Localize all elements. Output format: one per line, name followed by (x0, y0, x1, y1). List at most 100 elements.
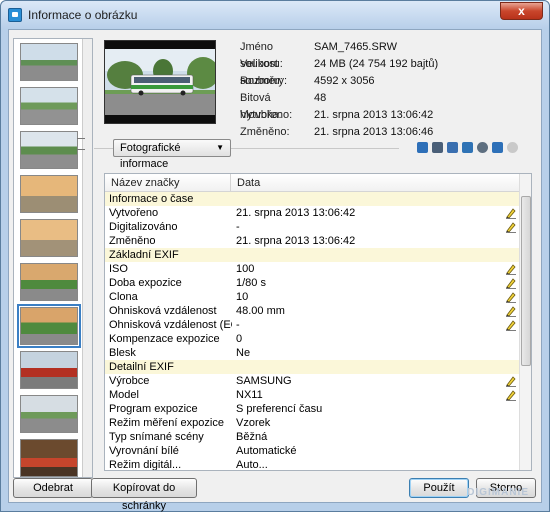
cell-tag-name: Ohnisková vzdálenost (EQ35mm) (109, 319, 232, 331)
thumbnail[interactable] (20, 43, 78, 81)
column-header-tag[interactable]: Název značky (105, 174, 231, 191)
window-title: Informace o obrázku (28, 7, 138, 22)
pencil-icon[interactable] (505, 291, 517, 303)
file-info-value: 21. srpna 2013 13:06:46 (314, 126, 434, 138)
scrollbar-thumb[interactable] (521, 196, 531, 366)
table-group-row[interactable]: Základní EXIF (105, 248, 531, 262)
table-row[interactable]: Vyrovnání bílé Automatické (105, 444, 531, 458)
splitter-grip[interactable] (77, 138, 85, 150)
k-icon[interactable] (447, 142, 458, 153)
table-row[interactable]: Model NX11 (105, 388, 531, 402)
file-info-row: Velikost souboru: 24 MB (24 754 192 bajt… (240, 56, 540, 87)
dot-icon[interactable] (507, 142, 518, 153)
globe-icon[interactable] (477, 142, 488, 153)
info-type-dropdown[interactable]: Fotografické informace ▼ (113, 139, 231, 170)
thumbnail[interactable] (20, 263, 78, 301)
file-info-list: Jméno souboru: SAM_7465.SRW Velikost sou… (240, 39, 540, 141)
cell-tag-value (232, 360, 492, 374)
file-info-row: Změněno: 21. srpna 2013 13:06:46 (240, 124, 540, 141)
file-info-label: Bitová hloubka: (240, 92, 282, 121)
file-info-row: Rozměry: 4592 x 3056 (240, 73, 540, 90)
table-scrollbar[interactable] (519, 174, 531, 470)
remove-button[interactable]: Odebrat (13, 478, 93, 498)
cell-tag-name: Clona (109, 291, 138, 303)
cell-tag-name: Vytvořeno (109, 207, 159, 219)
cell-tag-value: 21. srpna 2013 13:06:42 (236, 235, 356, 247)
thumbnail[interactable] (20, 395, 78, 433)
table-row[interactable]: Program expozice S preferencí času (105, 402, 531, 416)
table-row[interactable]: Režim digitál... Auto... (105, 458, 531, 471)
title-bar[interactable]: Informace o obrázku x (1, 1, 549, 28)
table-group-row[interactable]: Informace o čase (105, 192, 531, 206)
cell-tag-name: Program expozice (109, 403, 198, 415)
copy-to-clipboard-button[interactable]: Kopírovat do schránky (91, 478, 197, 512)
info-icon[interactable] (417, 142, 428, 153)
thumbnail[interactable] (20, 131, 78, 169)
dialog-body: Jméno souboru: SAM_7465.SRW Velikost sou… (8, 29, 542, 512)
table-group-row[interactable]: Detailní EXIF (105, 360, 531, 374)
thumbnail-strip[interactable] (13, 38, 93, 478)
table-row[interactable]: Vytvořeno 21. srpna 2013 13:06:42 (105, 206, 531, 220)
file-info-value: 4592 x 3056 (314, 75, 375, 87)
cell-tag-name: Vyrovnání bílé (109, 445, 179, 457)
cell-tag-name: Režim digitál... (109, 459, 182, 471)
apply-button[interactable]: Použít (409, 478, 469, 498)
cell-tag-name: Režim měření expozice (109, 417, 224, 429)
cell-tag-value: Automatické (236, 445, 297, 457)
table-row[interactable]: Ohnisková vzdálenost 48.00 mm (105, 304, 531, 318)
table-row[interactable]: Digitalizováno - (105, 220, 531, 234)
pencil-icon[interactable] (505, 221, 517, 233)
pencil-icon[interactable] (505, 319, 517, 331)
cell-tag-name: Kompenzace expozice (109, 333, 220, 345)
table-row[interactable]: Výrobce SAMSUNG (105, 374, 531, 388)
file-info-label: Změněno: (240, 126, 290, 138)
thumbnail[interactable] (20, 439, 78, 477)
cell-tag-value: 10 (236, 291, 249, 303)
column-header-data[interactable]: Data (231, 174, 260, 191)
exif-table[interactable]: Název značky Data Informace o čase Vytvoř… (104, 173, 532, 471)
table-row[interactable]: Clona 10 (105, 290, 531, 304)
cell-tag-value: Vzorek (236, 417, 271, 429)
cell-tag-name: Doba expozice (109, 277, 182, 289)
pencil-icon[interactable] (505, 389, 517, 401)
file-info-label: Velikost souboru: (240, 58, 283, 87)
pencil-icon[interactable] (505, 375, 517, 387)
file-info-label: Rozměry: (240, 75, 288, 87)
camera-icon[interactable] (432, 142, 443, 153)
cell-tag-value: Auto... (236, 459, 268, 471)
watermark: DIGIMANIE (467, 487, 529, 498)
thumbnail-selected[interactable] (17, 304, 81, 348)
cell-tag-name: Ohnisková vzdálenost (109, 305, 217, 317)
dialog-window: Informace o obrázku x Jméno souboru: SAM… (0, 0, 550, 512)
file-info-row: Vytvořeno: 21. srpna 2013 13:06:42 (240, 107, 540, 124)
thumbnail[interactable] (20, 351, 78, 389)
cell-tag-name: Digitalizováno (109, 221, 178, 233)
table-row[interactable]: Režim měření expozice Vzorek (105, 416, 531, 430)
cell-tag-name: Model (109, 389, 139, 401)
pencil-icon[interactable] (505, 305, 517, 317)
cell-tag-name: ISO (109, 263, 128, 275)
cell-tag-name: Základní EXIF (109, 249, 179, 261)
table-row[interactable]: Blesk Ne (105, 346, 531, 360)
thumbnail-scrollbar[interactable] (82, 39, 92, 477)
cell-tag-value: - (236, 221, 240, 233)
table-row[interactable]: Typ snímané scény Běžná (105, 430, 531, 444)
pencil-icon[interactable] (505, 207, 517, 219)
thumbnail[interactable] (20, 175, 78, 213)
cell-tag-value: - (236, 319, 240, 331)
thumbnail[interactable] (20, 87, 78, 125)
table-row[interactable]: Ohnisková vzdálenost (EQ35mm)- (105, 318, 531, 332)
table-row[interactable]: Kompenzace expozice 0 (105, 332, 531, 346)
table-row[interactable]: Změněno 21. srpna 2013 13:06:42 (105, 234, 531, 248)
thumbnail[interactable] (20, 219, 78, 257)
table-row[interactable]: ISO 100 (105, 262, 531, 276)
file-info-label: Vytvořeno: (240, 109, 293, 121)
arrow-icon[interactable] (492, 142, 503, 153)
export-icon[interactable] (462, 142, 473, 153)
pencil-icon[interactable] (505, 277, 517, 289)
chevron-down-icon: ▼ (216, 143, 224, 152)
app-icon (8, 7, 22, 22)
close-button[interactable]: x (500, 2, 543, 20)
table-row[interactable]: Doba expozice 1/80 s (105, 276, 531, 290)
pencil-icon[interactable] (505, 263, 517, 275)
